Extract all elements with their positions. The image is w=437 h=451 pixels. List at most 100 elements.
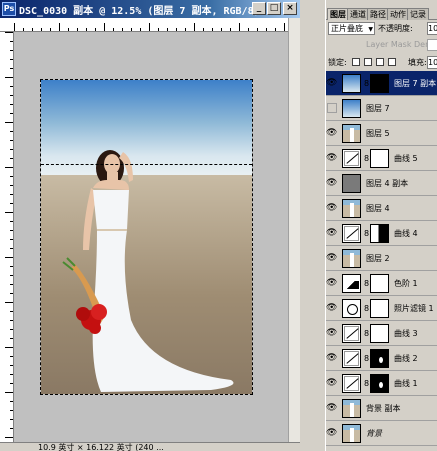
- ruler-tick: [10, 68, 13, 69]
- layer-thumbnail[interactable]: [342, 199, 361, 218]
- layer-mask-thumbnail[interactable]: [370, 349, 389, 368]
- layer-thumbnail[interactable]: [342, 174, 361, 193]
- blend-mode-select[interactable]: 正片叠底 ▼: [328, 22, 375, 35]
- layer-row[interactable]: 👁 8 图层 7 副本: [326, 71, 437, 96]
- vertical-scrollbar[interactable]: [288, 18, 300, 442]
- document-title-bar[interactable]: Ps DSC_0030 副本 @ 12.5% (图层 7 副本, RGB/8) …: [0, 0, 300, 18]
- eye-icon[interactable]: 👁: [326, 277, 337, 289]
- tab-actions[interactable]: 动作: [387, 8, 409, 20]
- layer-name[interactable]: 图层 2: [366, 253, 390, 264]
- eye-icon[interactable]: 👁: [326, 252, 337, 264]
- layer-row[interactable]: 👁 8 曲线 4: [326, 221, 437, 246]
- layer-thumbnail[interactable]: [342, 274, 361, 293]
- layer-mask-thumbnail[interactable]: [370, 274, 389, 293]
- layer-thumbnail[interactable]: [342, 324, 361, 343]
- layer-row[interactable]: 👁 图层 2: [326, 246, 437, 271]
- eye-icon[interactable]: 👁: [326, 427, 337, 439]
- layer-row[interactable]: 👁 背景: [326, 421, 437, 446]
- layer-name[interactable]: 图层 7: [366, 103, 390, 114]
- link-icon[interactable]: 8: [364, 154, 369, 163]
- layer-name[interactable]: 图层 7 副本: [394, 78, 436, 89]
- layer-row[interactable]: 👁 图层 4 副本: [326, 171, 437, 196]
- layer-thumbnail[interactable]: [342, 349, 361, 368]
- layer-name[interactable]: 背景 副本: [366, 403, 401, 414]
- eye-icon[interactable]: 👁: [326, 377, 337, 389]
- eye-icon[interactable]: 👁: [326, 327, 337, 339]
- tab-paths[interactable]: 路径: [367, 8, 389, 20]
- lock-pixels-icon[interactable]: [364, 58, 372, 66]
- visibility-off-box[interactable]: [327, 103, 337, 113]
- fill-input[interactable]: 100: [427, 56, 437, 69]
- eye-icon[interactable]: 👁: [326, 127, 337, 139]
- layer-name[interactable]: 图层 5: [366, 128, 390, 139]
- layer-row[interactable]: 👁 8 色阶 1: [326, 271, 437, 296]
- link-icon[interactable]: 8: [364, 354, 369, 363]
- link-icon[interactable]: 8: [364, 79, 369, 88]
- layer-row[interactable]: 👁 背景 副本: [326, 396, 437, 421]
- tab-history[interactable]: 记录: [407, 8, 429, 20]
- eye-icon[interactable]: 👁: [326, 227, 337, 239]
- minimize-button[interactable]: _: [252, 2, 266, 15]
- lock-all-icon[interactable]: [388, 58, 396, 66]
- layer-thumbnail[interactable]: [342, 124, 361, 143]
- layer-thumbnail[interactable]: [342, 299, 361, 318]
- layer-name[interactable]: 照片滤镜 1: [394, 303, 434, 314]
- layer-thumbnail[interactable]: [342, 99, 361, 118]
- layer-row[interactable]: 👁 图层 5: [326, 121, 437, 146]
- link-icon[interactable]: 8: [364, 279, 369, 288]
- layer-mask-thumbnail[interactable]: [370, 224, 389, 243]
- eye-icon[interactable]: 👁: [326, 152, 337, 164]
- document-canvas-image[interactable]: [40, 79, 253, 395]
- eye-icon[interactable]: 👁: [326, 177, 337, 189]
- layer-name[interactable]: 背景: [366, 428, 382, 439]
- layer-row[interactable]: 👁 8 曲线 5: [326, 146, 437, 171]
- layer-name[interactable]: 曲线 4: [394, 228, 418, 239]
- eye-icon[interactable]: 👁: [326, 352, 337, 364]
- link-icon[interactable]: 8: [364, 304, 369, 313]
- layer-thumbnail[interactable]: [342, 149, 361, 168]
- link-icon[interactable]: 8: [364, 329, 369, 338]
- layer-thumbnail[interactable]: [342, 74, 361, 93]
- eye-icon[interactable]: 👁: [326, 302, 337, 314]
- layer-name[interactable]: 图层 4 副本: [366, 178, 408, 189]
- layer-mask-thumbnail[interactable]: [370, 149, 389, 168]
- tab-layers[interactable]: 图层: [327, 8, 349, 20]
- layer-row[interactable]: 图层 7: [326, 96, 437, 121]
- eye-icon[interactable]: 👁: [326, 77, 337, 89]
- maximize-button[interactable]: □: [267, 2, 281, 15]
- layer-mask-thumbnail[interactable]: [370, 299, 389, 318]
- layer-name[interactable]: 曲线 1: [394, 378, 418, 389]
- layer-name[interactable]: 曲线 2: [394, 353, 418, 364]
- layer-row[interactable]: 👁 8 曲线 3: [326, 321, 437, 346]
- tab-channels[interactable]: 通道: [347, 8, 369, 20]
- layer-name[interactable]: 图层 4: [366, 203, 390, 214]
- opacity-input[interactable]: 100: [427, 22, 437, 35]
- layer-thumbnail[interactable]: [342, 249, 361, 268]
- layer-row[interactable]: 👁 8 照片滤镜 1: [326, 296, 437, 321]
- document-size-info: 10.9 英寸 × 16.122 英寸 (240 ...: [38, 443, 164, 451]
- layer-mask-thumbnail[interactable]: [370, 374, 389, 393]
- eye-icon[interactable]: 👁: [326, 402, 337, 414]
- vertical-ruler[interactable]: [0, 32, 14, 442]
- close-button[interactable]: ×: [283, 2, 297, 15]
- lock-position-icon[interactable]: [376, 58, 384, 66]
- horizontal-ruler[interactable]: [0, 18, 288, 32]
- layer-name[interactable]: 色阶 1: [394, 278, 418, 289]
- layer-mask-density-input[interactable]: [427, 39, 437, 51]
- link-icon[interactable]: 8: [364, 379, 369, 388]
- layer-name[interactable]: 曲线 3: [394, 328, 418, 339]
- layer-row[interactable]: 👁 8 曲线 1: [326, 371, 437, 396]
- link-icon[interactable]: 8: [364, 229, 369, 238]
- layer-row[interactable]: 👁 8 曲线 2: [326, 346, 437, 371]
- eye-icon[interactable]: 👁: [326, 202, 337, 214]
- layer-thumbnail[interactable]: [342, 399, 361, 418]
- layer-mask-thumbnail[interactable]: [370, 324, 389, 343]
- layer-thumbnail[interactable]: [342, 224, 361, 243]
- lock-transparency-icon[interactable]: [352, 58, 360, 66]
- layer-row[interactable]: 👁 图层 4: [326, 196, 437, 221]
- ruler-tick: [10, 230, 13, 231]
- layer-mask-thumbnail[interactable]: [370, 74, 389, 93]
- layer-name[interactable]: 曲线 5: [394, 153, 418, 164]
- layer-thumbnail[interactable]: [342, 374, 361, 393]
- layer-thumbnail[interactable]: [342, 424, 361, 443]
